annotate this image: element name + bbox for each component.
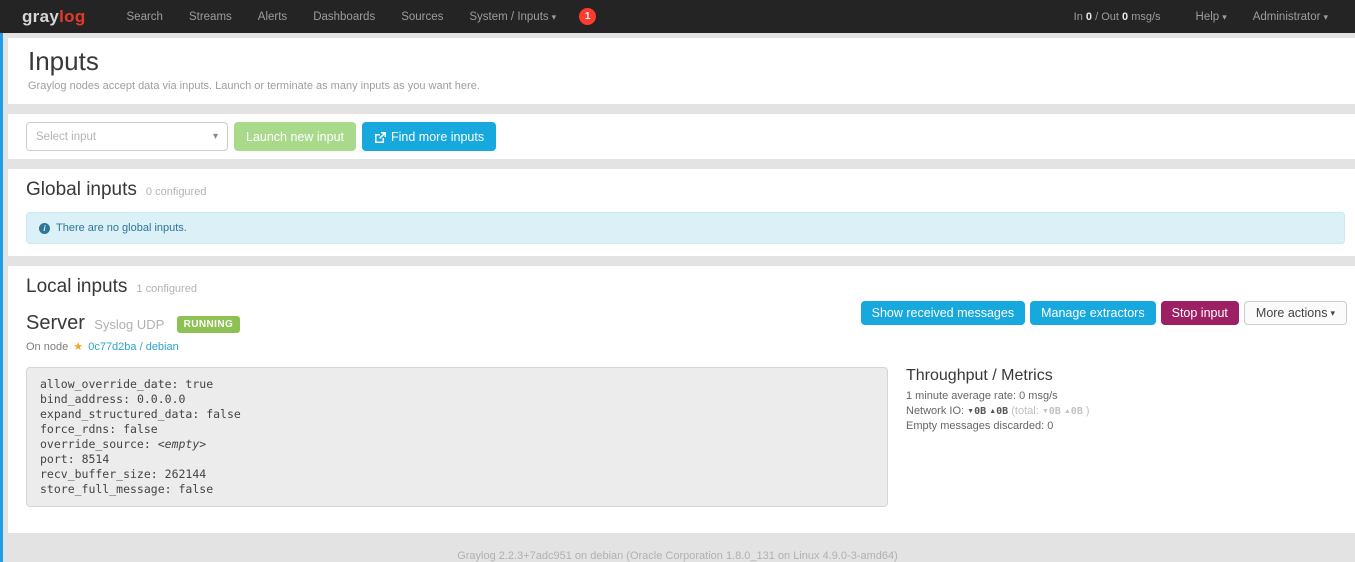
throughput-in-label: In [1074, 11, 1083, 23]
global-throughput[interactable]: In 0 / Out 0 msg/s [1074, 11, 1161, 23]
network-io-label: Network IO: [906, 405, 964, 417]
metric-network-io: Network IO: ▼0B ▲0B (total: ▼0B ▲0B ) [906, 405, 1090, 418]
input-action-buttons: Show received messages Manage extractors… [856, 301, 1347, 325]
status-badge: RUNNING [177, 316, 240, 333]
local-inputs-section: Local inputs 1 configured Server Syslog U… [8, 266, 1355, 533]
page-header-section: Inputs Graylog nodes accept data via inp… [8, 38, 1355, 104]
throughput-unit: msg/s [1131, 11, 1160, 23]
no-global-inputs-text: There are no global inputs. [56, 222, 187, 234]
io-total-close: ) [1086, 405, 1090, 417]
config-line: recv_buffer_size: 262144 [40, 467, 874, 482]
local-inputs-title: Local inputs [26, 276, 127, 297]
io-down-value: 0B [974, 406, 986, 417]
notification-badge[interactable]: 1 [579, 8, 596, 25]
logo-text-gray: gray [22, 7, 59, 26]
nav-item-user-menu[interactable]: Administrator▾ [1240, 11, 1341, 23]
config-line: store_full_message: false [40, 482, 874, 497]
star-icon: ★ [73, 341, 83, 353]
nav-item-system-inputs[interactable]: System / Inputs ▾ [456, 11, 569, 23]
page-subtitle: Graylog nodes accept data via inputs. La… [28, 80, 1347, 92]
chevron-down-icon: ▾ [552, 12, 557, 22]
config-line: override_source: <empty> [40, 437, 874, 452]
on-node-label: On node [26, 341, 68, 353]
more-actions-button[interactable]: More actions▾ [1244, 301, 1347, 325]
find-more-inputs-label: Find more inputs [391, 130, 484, 144]
logo-text-log: log [59, 7, 85, 26]
io-total-up-value: 0B [1071, 406, 1083, 417]
input-body: allow_override_date: true bind_address: … [26, 367, 1347, 507]
no-global-inputs-alert: i There are no global inputs. [26, 212, 1345, 244]
graylog-logo[interactable]: graylog [22, 7, 86, 27]
nav-item-search[interactable]: Search [114, 11, 176, 23]
input-name: Server [26, 312, 85, 334]
navbar-left: graylog Search Streams Alerts Dashboards… [22, 7, 596, 27]
throughput-in-value: 0 [1086, 11, 1092, 23]
global-inputs-count: 0 configured [146, 186, 207, 198]
stop-input-button[interactable]: Stop input [1161, 301, 1239, 325]
arrow-down-icon: ▼ [1042, 408, 1049, 415]
nav-item-sources[interactable]: Sources [388, 11, 456, 23]
page-title: Inputs [28, 46, 1347, 77]
metric-avg-rate: 1 minute average rate: 0 msg/s [906, 390, 1090, 403]
global-inputs-section: Global inputs 0 configured i There are no… [8, 169, 1355, 256]
chevron-down-icon: ▾ [1330, 308, 1335, 319]
show-received-messages-button[interactable]: Show received messages [861, 301, 1025, 325]
io-total-label: (total: [1011, 405, 1039, 417]
select-input-dropdown[interactable]: Select input ▾ [26, 122, 228, 151]
external-link-icon [374, 131, 386, 143]
footer-version-text: Graylog 2.2.3+7adc951 on debian (Oracle … [0, 550, 1355, 562]
input-config-block: allow_override_date: true bind_address: … [26, 367, 888, 507]
input-type: Syslog UDP [94, 317, 164, 332]
io-up-value: 0B [996, 406, 1008, 417]
on-node-line: On node ★ 0c77d2ba / debian [26, 340, 1347, 353]
select-input-placeholder: Select input [36, 131, 96, 143]
config-line: allow_override_date: true [40, 377, 874, 392]
viewport-left-stripe [0, 33, 3, 562]
global-inputs-title: Global inputs [26, 179, 137, 200]
local-inputs-count: 1 configured [136, 283, 197, 295]
config-line: expand_structured_data: false [40, 407, 874, 422]
info-icon: i [39, 223, 50, 234]
io-total: (total: ▼0B ▲0B ) [1011, 405, 1089, 417]
top-navbar: graylog Search Streams Alerts Dashboards… [0, 0, 1355, 33]
io-total-down-value: 0B [1049, 406, 1061, 417]
help-label: Help [1196, 11, 1220, 23]
config-line: bind_address: 0.0.0.0 [40, 392, 874, 407]
nav-item-streams[interactable]: Streams [176, 11, 245, 23]
node-link[interactable]: 0c77d2ba / debian [88, 341, 179, 353]
manage-extractors-button[interactable]: Manage extractors [1030, 301, 1156, 325]
launch-new-input-button[interactable]: Launch new input [234, 122, 356, 151]
throughput-metrics: Throughput / Metrics 1 minute average ra… [906, 367, 1090, 507]
config-line: port: 8514 [40, 452, 874, 467]
find-more-inputs-button[interactable]: Find more inputs [362, 122, 496, 151]
metric-empty-discarded: Empty messages discarded: 0 [906, 420, 1090, 433]
navbar-right: In 0 / Out 0 msg/s Help▾ Administrator▾ [1074, 11, 1341, 23]
chevron-down-icon: ▾ [1222, 12, 1227, 22]
config-line: force_rdns: false [40, 422, 874, 437]
nav-item-alerts[interactable]: Alerts [245, 11, 300, 23]
throughput-out-label: / Out [1095, 11, 1119, 23]
chevron-down-icon: ▾ [1323, 12, 1328, 22]
nav-item-dashboards[interactable]: Dashboards [300, 11, 388, 23]
launch-input-section: Select input ▾ Launch new input Find mor… [8, 114, 1355, 159]
arrow-up-icon: ▲ [1064, 408, 1071, 415]
more-actions-label: More actions [1256, 306, 1328, 320]
nav-item-help[interactable]: Help▾ [1183, 11, 1240, 23]
nav-item-system-inputs-label: System / Inputs [469, 11, 548, 23]
user-label: Administrator [1253, 11, 1321, 23]
metrics-title: Throughput / Metrics [906, 367, 1090, 385]
chevron-down-icon: ▾ [213, 131, 218, 142]
throughput-out-value: 0 [1122, 11, 1128, 23]
